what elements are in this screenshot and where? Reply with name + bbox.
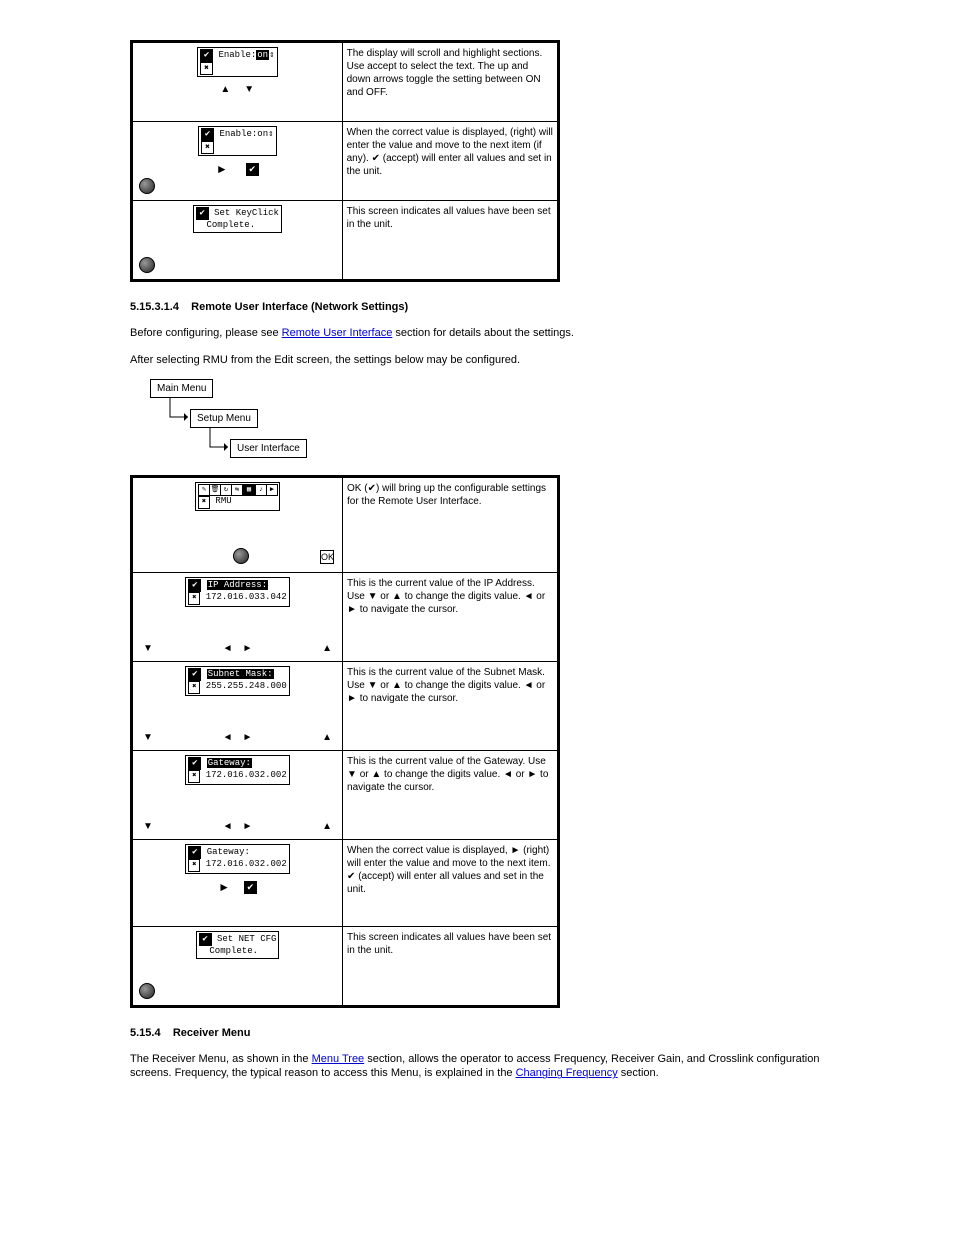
paragraph: Before configuring, please see Remote Us…	[130, 326, 830, 340]
up-arrow-icon[interactable]	[322, 820, 332, 833]
para-text: The Receiver Menu, as shown in the	[130, 1053, 312, 1065]
up-arrow-icon[interactable]	[220, 83, 230, 96]
right-arrow-icon[interactable]	[216, 162, 228, 178]
left-arrow-icon[interactable]	[223, 731, 233, 744]
para-text: section for details about the settings.	[395, 327, 574, 339]
instruction-text: This screen indicates all values have be…	[347, 205, 553, 231]
check-icon: ✔	[188, 579, 201, 592]
heading-number: 5.15.4	[130, 1027, 161, 1039]
right-arrow-icon[interactable]	[243, 731, 253, 744]
section-heading: 5.15.4 Receiver Menu	[130, 1026, 884, 1040]
para-text: Before configuring, please see	[130, 327, 282, 339]
lcd-label: IP Address:	[207, 580, 268, 590]
instruction-text: When the correct value is displayed, ► (…	[347, 844, 553, 896]
lcd-complete: ✔ Set KeyClick Complete.	[193, 205, 282, 233]
lcd-text: Set NET CFG	[217, 934, 276, 944]
lcd-netcfg-complete: ✔ Set NET CFG Complete.	[196, 931, 280, 959]
xref-link[interactable]: Remote User Interface	[282, 327, 393, 339]
lcd-text-inv: on	[256, 50, 269, 60]
instruction-text: OK (✔) will bring up the configurable se…	[347, 482, 553, 508]
instruction-text: The display will scroll and highlight se…	[347, 47, 553, 99]
lcd-label: Gateway:	[207, 847, 250, 857]
lcd-ip: ✔ IP Address: ✖ 172.016.033.042	[185, 577, 289, 607]
ok-icon[interactable]: OK	[320, 550, 334, 564]
instruction-text: This is the current value of the Gateway…	[347, 755, 553, 794]
rotary-knob-icon[interactable]	[139, 178, 155, 194]
lcd-text: Enable:on	[219, 129, 268, 139]
lcd-enable-on: ✔ Enable:on⇕ ✖	[198, 126, 276, 156]
lcd-text: RMU	[215, 496, 231, 506]
lcd-gateway-final: ✔ Gateway: ✖ 172.016.032.002	[185, 844, 289, 874]
accept-icon[interactable]: ✔	[246, 163, 259, 176]
instruction-text: This screen indicates all values have be…	[347, 931, 553, 957]
check-icon: ✔	[200, 49, 213, 62]
check-icon: ✔	[188, 668, 201, 681]
accept-icon[interactable]: ✔	[244, 881, 257, 894]
lcd-gateway: ✔ Gateway: ✖ 172.016.032.002	[185, 755, 289, 785]
check-icon: ✔	[188, 846, 201, 859]
paragraph: After selecting RMU from the Edit screen…	[130, 353, 830, 367]
lcd-subnet: ✔ Subnet Mask: ✖ 255.255.248.000	[185, 666, 289, 696]
check-icon: ✔	[196, 207, 209, 220]
para-text: section.	[621, 1067, 659, 1079]
instruction-text: This is the current value of the Subnet …	[347, 666, 553, 705]
rotary-knob-icon[interactable]	[139, 257, 155, 273]
menu-breadcrumb: Main Menu Setup Menu User Interface	[140, 379, 360, 469]
right-arrow-icon[interactable]	[243, 642, 253, 655]
lcd-text: Complete.	[207, 220, 256, 230]
keyclick-table: ✔ Enable:on⇕ ✖ The display will scroll a…	[130, 40, 560, 282]
down-arrow-icon[interactable]	[143, 642, 153, 655]
up-arrow-icon[interactable]	[322, 642, 332, 655]
heading-text: Receiver Menu	[173, 1027, 251, 1039]
check-icon: ✔	[199, 933, 212, 946]
lcd-rmu: ✎🗑↻⇆▦♪▶ ✖ RMU	[195, 482, 280, 511]
xref-link[interactable]: Changing Frequency	[516, 1067, 618, 1079]
lcd-text: Set KeyClick	[214, 208, 279, 218]
heading-number: 5.15.3.1.4	[130, 301, 179, 313]
down-arrow-icon[interactable]	[244, 83, 254, 96]
instruction-text: When the correct value is displayed, (ri…	[347, 126, 553, 178]
lcd-text: Enable:	[218, 50, 256, 60]
rotary-knob-icon[interactable]	[139, 983, 155, 999]
updown-icon: ⇕	[268, 129, 273, 139]
lcd-value: 172.016.032.002	[206, 859, 287, 869]
xref-link[interactable]: Menu Tree	[312, 1053, 365, 1065]
section-heading: 5.15.3.1.4 Remote User Interface (Networ…	[130, 300, 884, 314]
check-icon: ✔	[201, 128, 214, 141]
network-settings-table: ✎🗑↻⇆▦♪▶ ✖ RMU OK OK (✔) will bring up th…	[130, 475, 560, 1008]
up-arrow-icon[interactable]	[322, 731, 332, 744]
instruction-text: This is the current value of the IP Addr…	[347, 577, 553, 616]
lcd-value: 255.255.248.000	[206, 681, 287, 691]
lcd-value: 172.016.032.002	[206, 770, 287, 780]
lcd-label: Subnet Mask:	[207, 669, 274, 679]
updown-icon: ⇕	[269, 50, 274, 60]
lcd-text: Complete.	[209, 946, 258, 956]
paragraph: The Receiver Menu, as shown in the Menu …	[130, 1052, 830, 1081]
rotary-knob-icon[interactable]	[233, 548, 249, 564]
lcd-value: 172.016.033.042	[206, 592, 287, 602]
left-arrow-icon[interactable]	[223, 820, 233, 833]
check-icon: ✔	[188, 757, 201, 770]
down-arrow-icon[interactable]	[143, 820, 153, 833]
right-arrow-icon[interactable]	[243, 820, 253, 833]
down-arrow-icon[interactable]	[143, 731, 153, 744]
lcd-label: Gateway:	[207, 758, 252, 768]
right-arrow-icon[interactable]	[218, 880, 230, 896]
left-arrow-icon[interactable]	[223, 642, 233, 655]
lcd-enable-on-inv: ✔ Enable:on⇕ ✖	[197, 47, 277, 77]
heading-text: Remote User Interface (Network Settings)	[191, 301, 408, 313]
